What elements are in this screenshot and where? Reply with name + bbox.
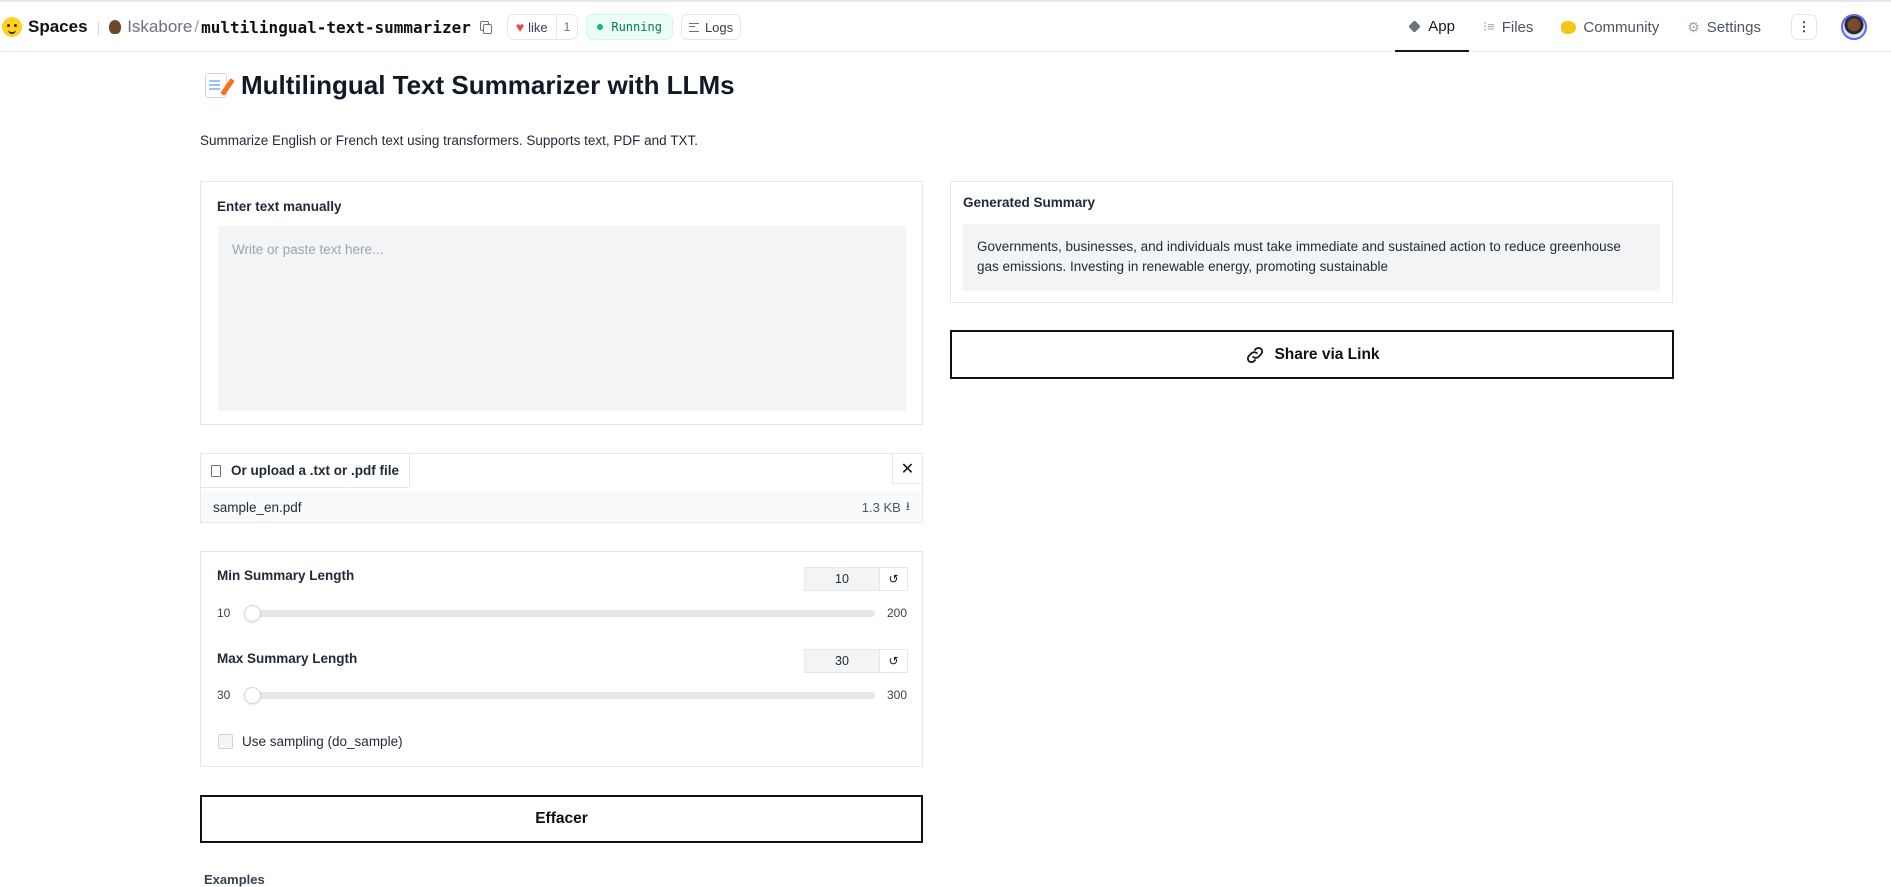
min-length-slider-thumb[interactable]: [244, 604, 262, 622]
file-icon: [211, 464, 221, 477]
page-title-row: Multilingual Text Summarizer with LLMs: [205, 70, 735, 101]
gear-icon: ⚙: [1687, 18, 1700, 35]
min-length-slider-row: 10 200: [217, 603, 907, 623]
page-subtitle: Summarize English or French text using t…: [200, 133, 698, 148]
min-length-number-input[interactable]: 10: [804, 567, 880, 591]
sampling-label: Use sampling (do_sample): [242, 734, 403, 749]
community-icon: [1561, 20, 1577, 34]
file-name: sample_en.pdf: [213, 499, 302, 515]
remove-file-button[interactable]: ✕: [892, 454, 922, 484]
tab-settings-label: Settings: [1706, 18, 1761, 36]
min-length-reset-button[interactable]: ↺: [880, 567, 908, 591]
page-title: Multilingual Text Summarizer with LLMs: [241, 70, 735, 100]
separator: |: [96, 19, 101, 35]
min-slider-min: 10: [217, 606, 231, 620]
memo-icon: [205, 73, 227, 98]
examples-heading[interactable]: Examples: [204, 872, 265, 887]
sampling-option[interactable]: Use sampling (do_sample): [218, 734, 403, 749]
file-upload-panel: Or upload a .txt or .pdf file ✕ sample_e…: [200, 453, 923, 523]
text-input-panel: Enter text manually Write or paste text …: [200, 181, 923, 425]
tab-community[interactable]: Community: [1547, 2, 1673, 52]
logs-icon: [688, 22, 699, 32]
max-length-number-input[interactable]: 30: [804, 649, 880, 673]
space-header: Spaces | Iskabore / multilingual-text-su…: [0, 2, 742, 52]
like-label: like: [528, 19, 548, 35]
max-length-slider-thumb[interactable]: [244, 686, 262, 704]
min-length-slider[interactable]: [244, 604, 875, 622]
max-slider-max: 300: [886, 688, 907, 702]
like-count: 1: [555, 15, 578, 39]
max-length-slider-row: 30 300: [217, 685, 907, 705]
status-dot-icon: [597, 24, 604, 30]
tab-files[interactable]: ⁝≡ Files: [1469, 2, 1547, 52]
summary-output-text[interactable]: Governments, businesses, and individuals…: [963, 224, 1660, 291]
tab-files-label: Files: [1501, 18, 1534, 36]
tab-app[interactable]: App: [1395, 2, 1469, 52]
user-avatar[interactable]: [1841, 14, 1867, 40]
space-tabs: App ⁝≡ Files Community ⚙ Settings ⋮: [1395, 2, 1891, 52]
sampling-checkbox[interactable]: [218, 734, 233, 749]
more-options-button[interactable]: ⋮: [1791, 14, 1817, 40]
logs-label: Logs: [704, 19, 734, 35]
logs-button[interactable]: Logs: [680, 14, 742, 40]
min-length-label: Min Summary Length: [217, 568, 355, 583]
copy-icon[interactable]: [479, 20, 493, 34]
tab-settings[interactable]: ⚙ Settings: [1673, 2, 1775, 52]
status-badge[interactable]: Running: [586, 14, 673, 40]
owner-link[interactable]: Iskabore: [127, 17, 192, 37]
heart-icon: ♥: [515, 19, 525, 35]
summary-output-label: Generated Summary: [963, 195, 1096, 210]
summary-settings-panel: Min Summary Length 10 ↺ 10 200 Max Summa…: [200, 551, 923, 767]
cube-icon: [1408, 19, 1422, 33]
files-icon: ⁝≡: [1482, 19, 1495, 34]
max-length-label: Max Summary Length: [217, 651, 358, 666]
min-length-value[interactable]: 10: [805, 568, 879, 590]
hugging-face-logo-icon[interactable]: [2, 17, 22, 37]
clear-button[interactable]: Effacer: [200, 795, 923, 843]
share-link-button[interactable]: Share via Link: [950, 330, 1674, 379]
max-length-reset-button[interactable]: ↺: [880, 649, 908, 673]
status-label: Running: [611, 20, 662, 34]
text-input-label: Enter text manually: [217, 199, 342, 214]
owner-avatar-icon: [109, 20, 122, 34]
upload-label-tab: Or upload a .txt or .pdf file: [201, 454, 411, 488]
download-icon[interactable]: ⭳: [906, 497, 910, 518]
path-separator: /: [194, 17, 200, 36]
min-slider-max: 200: [886, 606, 907, 620]
top-navigation-bar: Spaces | Iskabore / multilingual-text-su…: [0, 0, 1891, 52]
max-length-slider[interactable]: [244, 686, 875, 704]
uploaded-file-row: sample_en.pdf 1.3 KB ⭳: [201, 492, 922, 522]
upload-label: Or upload a .txt or .pdf file: [231, 463, 400, 478]
max-slider-min: 30: [217, 688, 231, 702]
max-length-value[interactable]: 30: [805, 650, 879, 672]
tab-app-label: App: [1428, 17, 1455, 35]
tab-community-label: Community: [1583, 18, 1660, 36]
spaces-link[interactable]: Spaces: [28, 17, 88, 37]
like-button[interactable]: ♥ like 1: [506, 14, 579, 40]
share-link-label: Share via Link: [1274, 345, 1380, 363]
file-size: 1.3 KB: [861, 499, 901, 515]
text-input-area[interactable]: Write or paste text here...: [218, 226, 906, 411]
repo-name-link[interactable]: multilingual-text-summarizer: [201, 18, 471, 37]
link-icon: [1247, 346, 1264, 363]
summary-output-panel: Generated Summary Governments, businesse…: [950, 181, 1673, 303]
